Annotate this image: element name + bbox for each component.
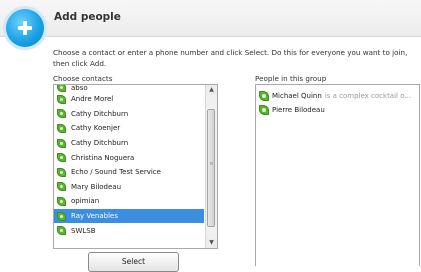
contact-name: Christina Noguera <box>71 153 135 162</box>
contact-name: Echo / Sound Test Service <box>71 168 161 177</box>
member-name: Michael Quinn <box>272 92 322 100</box>
contact-list-item[interactable]: Cathy Koenjer <box>54 121 204 136</box>
contact-name: Cathy Ditchburn <box>71 139 129 148</box>
group-member-item[interactable]: Pierre Bilodeau <box>256 103 419 117</box>
dialog-title: Add people <box>54 11 121 23</box>
grip-icon: ≡ <box>209 161 214 167</box>
select-button[interactable]: Select <box>88 252 179 272</box>
online-status-icon <box>57 226 67 236</box>
online-status-icon <box>57 94 67 104</box>
contact-list-item[interactable]: SWLSB <box>54 223 204 238</box>
contact-name: opimian <box>71 197 100 206</box>
contact-list-item[interactable]: Cathy Ditchburn <box>54 107 204 122</box>
online-status-icon <box>57 167 67 177</box>
members-rows: Michael Quinn is a complex cocktail o... P… <box>256 85 419 117</box>
online-status-icon <box>57 182 67 192</box>
choose-contacts-label: Choose contacts <box>53 74 113 83</box>
scroll-up-arrow-icon[interactable]: ▲ <box>206 85 217 95</box>
contact-name: Cathy Koenjer <box>71 124 121 133</box>
group-members-label: People in this group <box>255 74 327 83</box>
scroll-thumb[interactable]: ≡ <box>207 109 215 227</box>
add-people-icon <box>6 9 44 47</box>
contact-list-item[interactable]: Christina Noguera <box>54 150 204 165</box>
online-status-icon <box>259 104 269 116</box>
online-status-icon <box>57 211 67 221</box>
contacts-scrollbar[interactable]: ▲ ≡ ▼ <box>205 85 217 248</box>
online-status-icon <box>57 109 67 119</box>
member-name: Pierre Bilodeau <box>272 106 325 114</box>
instructions-text: Choose a contact or enter a phone number… <box>53 48 408 68</box>
contact-name: Ray Venables <box>71 212 118 221</box>
online-status-icon <box>57 153 67 163</box>
contacts-rows: abso Andre Morel Cathy Ditchburn Cathy Koen… <box>54 85 204 238</box>
online-status-icon <box>57 123 67 133</box>
contact-list-item[interactable]: Andre Morel <box>54 92 204 107</box>
contact-name: SWLSB <box>71 226 96 235</box>
contact-list-item[interactable]: Mary Bilodeau <box>54 180 204 195</box>
contact-list-item[interactable]: Cathy Ditchburn <box>54 136 204 151</box>
contact-list-item[interactable]: abso <box>54 85 204 92</box>
group-member-item[interactable]: Michael Quinn is a complex cocktail o... <box>256 89 419 103</box>
contacts-list[interactable]: abso Andre Morel Cathy Ditchburn Cathy Koen… <box>53 84 218 249</box>
contact-list-item[interactable]: Echo / Sound Test Service <box>54 165 204 180</box>
contact-name: Andre Morel <box>71 95 114 104</box>
online-status-icon <box>57 85 67 92</box>
member-mood-message: is a complex cocktail o... <box>324 92 412 100</box>
online-status-icon <box>259 90 269 102</box>
contact-list-item[interactable]: opimian <box>54 194 204 209</box>
contact-name: abso <box>71 85 88 92</box>
scroll-down-arrow-icon[interactable]: ▼ <box>206 238 217 248</box>
contact-name: Cathy Ditchburn <box>71 109 129 118</box>
contact-list-item[interactable]: Ray Venables <box>54 208 204 224</box>
online-status-icon <box>57 138 67 148</box>
group-members-list[interactable]: Michael Quinn is a complex cocktail o... P… <box>255 84 420 266</box>
online-status-icon <box>57 196 67 206</box>
contact-name: Mary Bilodeau <box>71 182 122 191</box>
